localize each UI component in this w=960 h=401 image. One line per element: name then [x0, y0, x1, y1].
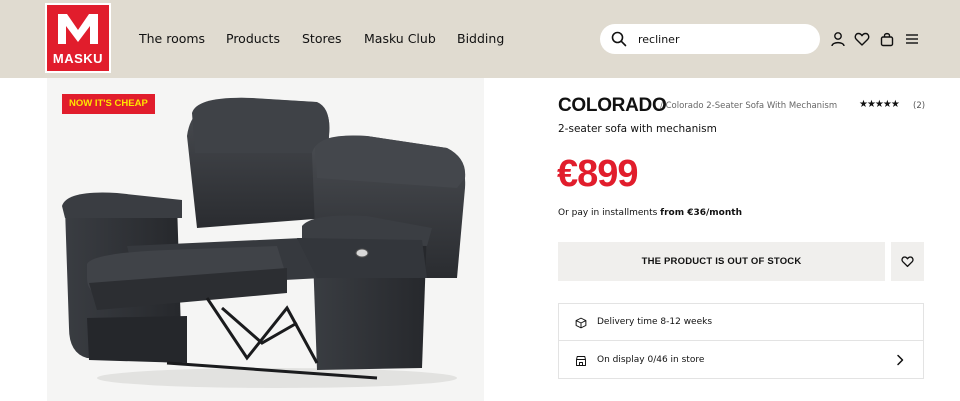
availability-box: Delivery time 8-12 weeks On display 0/46…	[558, 303, 924, 379]
review-count[interactable]: (2)	[913, 101, 925, 111]
heart-icon[interactable]	[854, 31, 870, 47]
installment-amount: from €36/month	[660, 208, 742, 218]
installment-prefix: Or pay in installments	[558, 208, 658, 218]
delivery-time-text: Delivery time 8-12 weeks	[597, 317, 713, 327]
product-title: COLORADO	[558, 95, 667, 116]
product-image-gallery[interactable]	[47, 78, 484, 401]
search-bar[interactable]	[600, 24, 820, 54]
nav-item-products[interactable]: Products	[226, 31, 280, 46]
installment-text: Or pay in installments from €36/month	[558, 208, 742, 218]
nav-item-bidding[interactable]: Bidding	[457, 31, 504, 46]
masku-logo[interactable]: MASKU	[45, 3, 111, 73]
menu-icon[interactable]	[904, 31, 920, 47]
package-icon	[575, 317, 587, 329]
product-image	[62, 97, 466, 388]
heart-icon	[901, 256, 914, 268]
product-breadcrumb: / Colorado 2-Seater Sofa With Mechanism	[660, 101, 838, 111]
display-row[interactable]: On display 0/46 in store	[559, 342, 923, 379]
site-header: MASKU The rooms Products Stores Masku Cl…	[0, 0, 960, 78]
search-input[interactable]	[638, 29, 808, 49]
delivery-row: Delivery time 8-12 weeks	[559, 304, 923, 341]
search-icon[interactable]	[611, 31, 627, 47]
display-store-text: On display 0/46 in store	[597, 355, 705, 365]
logo-text: MASKU	[52, 51, 104, 66]
nav-item-rooms[interactable]: The rooms	[139, 31, 205, 46]
bag-icon[interactable]	[879, 31, 895, 47]
product-price: €899	[557, 153, 639, 195]
chevron-right-icon[interactable]	[895, 354, 905, 366]
wishlist-button[interactable]	[891, 242, 924, 281]
nav-item-stores[interactable]: Stores	[302, 31, 342, 46]
sale-badge: NOW IT'S CHEAP	[62, 94, 155, 114]
product-subtitle: 2-seater sofa with mechanism	[558, 123, 717, 135]
out-of-stock-button[interactable]: THE PRODUCT IS OUT OF STOCK	[558, 242, 885, 281]
user-icon[interactable]	[830, 31, 846, 47]
store-icon	[576, 356, 586, 366]
rating-stars-icon[interactable]: ★★★★★	[859, 99, 900, 110]
logo-mark-icon	[58, 14, 98, 44]
nav-item-masku-club[interactable]: Masku Club	[364, 31, 436, 46]
